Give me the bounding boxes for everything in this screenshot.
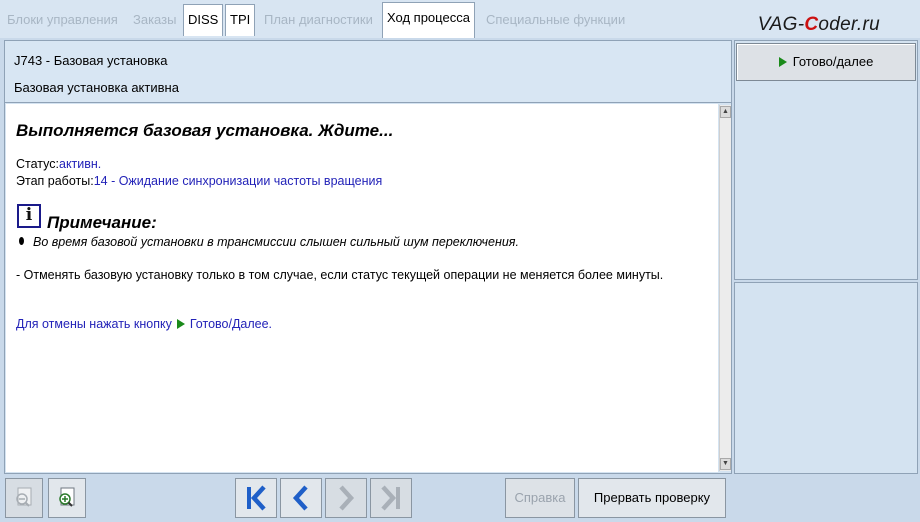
status-line: Статус:активн. [16, 157, 101, 171]
tab-diss[interactable]: DISS [183, 4, 224, 36]
action-panel: Готово/далее [734, 40, 918, 280]
skip-first-icon [247, 485, 266, 511]
zoom-in-button[interactable] [48, 478, 86, 518]
zoom-out-button[interactable] [5, 478, 43, 518]
tab-special-functions: Специальные функции [486, 12, 626, 27]
stage-label: Этап работы: [16, 174, 94, 188]
side-panel-lower [734, 282, 918, 474]
tab-tpi[interactable]: TPI [225, 4, 256, 36]
skip-last-icon [381, 485, 400, 511]
content-scrollbar[interactable]: ▲ ▼ [719, 105, 731, 471]
process-panel: J743 - Базовая установка Базовая установ… [4, 40, 732, 474]
header-subtitle: Базовая установка активна [14, 80, 179, 95]
ready-next-label: Готово/далее [792, 54, 874, 69]
previous-button[interactable] [280, 478, 322, 518]
scroll-down-icon[interactable]: ▼ [720, 458, 731, 470]
tab-orders: Заказы [133, 12, 177, 27]
play-arrow-icon [778, 57, 787, 67]
note-text: Во время базовой установки в трансмиссии… [33, 235, 519, 249]
site-logo: VAG-Coder.ru [757, 14, 880, 35]
zoom-out-icon [16, 487, 32, 507]
cancel-target: Готово/Далее. [189, 317, 273, 331]
chevron-right-icon [339, 485, 355, 511]
play-arrow-icon [176, 319, 185, 329]
first-page-button[interactable] [235, 478, 277, 518]
zoom-in-icon [59, 487, 75, 507]
description-text: - Отменять базовую установку только в то… [16, 268, 664, 282]
cancel-text: Для отмены нажать кнопку [16, 317, 172, 331]
stage-value: 14 - Ожидание синхронизации частоты вращ… [93, 174, 383, 188]
content-title: Выполняется базовая установка. Ждите... [16, 121, 394, 140]
tab-diagnostic-plan: План диагностики [264, 12, 373, 27]
ready-next-button[interactable]: Готово/далее [736, 43, 916, 81]
next-button[interactable] [325, 478, 367, 518]
status-value: активн. [59, 157, 102, 171]
tab-process[interactable]: Ход процесса [382, 2, 475, 38]
bullet-icon [19, 237, 24, 245]
bottom-toolbar: Справка Прервать проверку [0, 476, 920, 522]
abort-test-button[interactable]: Прервать проверку [578, 478, 726, 518]
scroll-up-icon[interactable]: ▲ [720, 106, 731, 118]
cancel-instruction: Для отмены нажать кнопку Готово/Далее. [16, 317, 272, 331]
stage-line: Этап работы:14 - Ожидание синхронизации … [16, 174, 382, 188]
info-icon: i [17, 204, 41, 228]
tab-control-units: Блоки управления [7, 12, 118, 27]
note-title: Примечание: [47, 213, 157, 232]
status-label: Статус: [16, 157, 59, 171]
header-title: J743 - Базовая установка [14, 53, 168, 68]
process-header: J743 - Базовая установка Базовая установ… [5, 41, 731, 103]
last-page-button[interactable] [370, 478, 412, 518]
chevron-left-icon [292, 485, 308, 511]
tab-bar: Блоки управления Заказы DISS TPI План ди… [0, 0, 920, 38]
process-content: Выполняется базовая установка. Ждите... … [6, 104, 718, 472]
help-button[interactable]: Справка [505, 478, 575, 518]
